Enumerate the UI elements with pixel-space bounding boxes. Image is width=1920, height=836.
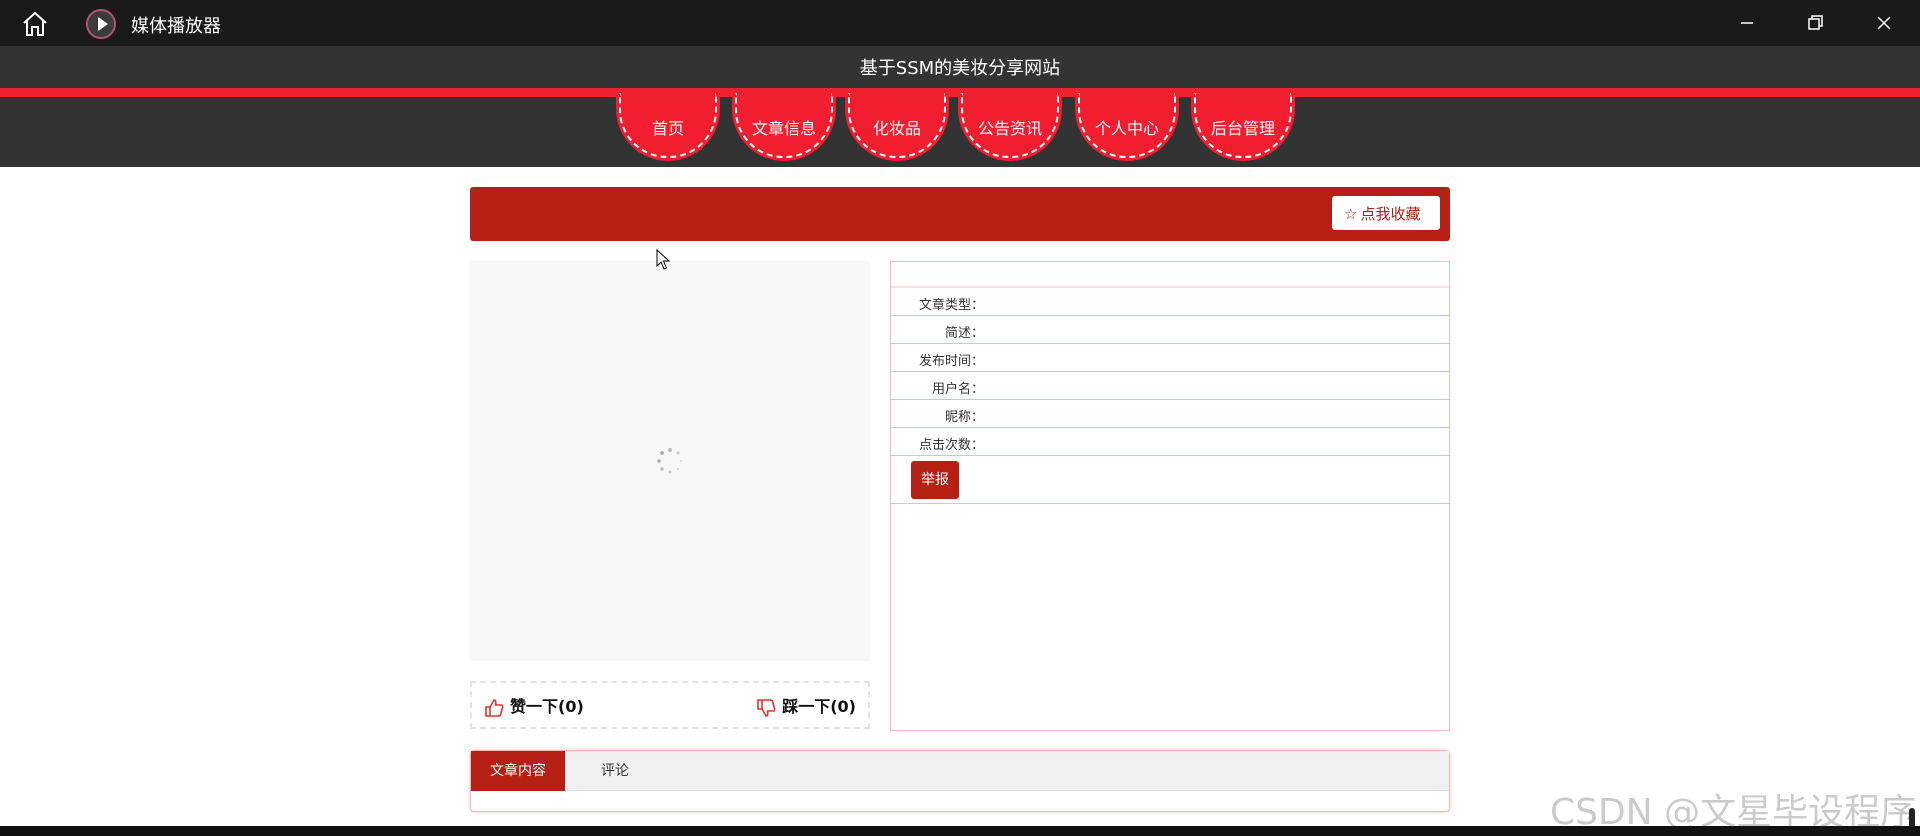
info-row-summary: 简述： <box>891 316 1449 344</box>
close-icon[interactable] <box>1869 8 1899 38</box>
nav-item-admin[interactable]: 后台管理 <box>1191 93 1295 161</box>
like-label: 赞一下(0) <box>510 697 584 716</box>
article-image <box>470 261 870 661</box>
star-icon: ☆ <box>1344 205 1358 223</box>
nav-item-profile[interactable]: 个人中心 <box>1075 93 1179 161</box>
vote-box: 赞一下(0) 踩一下(0) <box>470 681 870 729</box>
thumbs-up-icon <box>485 698 504 717</box>
nav-item-articles[interactable]: 文章信息 <box>732 93 836 161</box>
tab-bar: 文章内容 评论 <box>471 751 1449 791</box>
favorite-button[interactable]: ☆ 点我收藏 <box>1332 196 1440 230</box>
nav-label: 后台管理 <box>1210 119 1275 138</box>
info-label: 昵称： <box>944 410 984 425</box>
info-row-username: 用户名： <box>891 372 1449 400</box>
loading-spinner-icon <box>657 448 683 474</box>
nav-item-cosmetics[interactable]: 化妆品 <box>845 93 949 161</box>
info-row-type: 文章类型： <box>891 288 1449 316</box>
tab-comments[interactable]: 评论 <box>565 751 665 791</box>
info-row-clicks: 点击次数： <box>891 428 1449 456</box>
main-nav: 首页 文章信息 化妆品 公告资讯 个人中心 后台管理 <box>0 93 1920 167</box>
info-label: 简述： <box>944 326 984 341</box>
home-icon[interactable] <box>20 10 50 38</box>
header-divider <box>0 88 1920 97</box>
nav-label: 文章信息 <box>751 119 816 138</box>
nav-item-news[interactable]: 公告资讯 <box>958 93 1062 161</box>
info-label: 用户名： <box>931 382 984 397</box>
media-player-icon <box>86 9 116 39</box>
scrollbar-thumb[interactable] <box>1909 808 1915 828</box>
report-row: 举报 <box>891 456 1449 504</box>
window-title: 媒体播放器 <box>131 16 221 37</box>
like-button[interactable]: 赞一下(0) <box>484 693 584 717</box>
site-header: 基于SSM的美妆分享网站 <box>0 46 1920 88</box>
info-label: 点击次数： <box>918 438 984 453</box>
favorite-label: 点我收藏 <box>1360 205 1421 223</box>
mouse-cursor-icon <box>656 249 671 270</box>
info-label: 发布时间： <box>918 354 984 369</box>
window-titlebar: 媒体播放器 <box>0 0 1920 46</box>
nav-label: 首页 <box>651 119 684 138</box>
info-header <box>891 262 1449 288</box>
nav-label: 个人中心 <box>1094 119 1159 138</box>
article-banner: ☆ 点我收藏 <box>470 187 1450 241</box>
thumbs-down-icon <box>757 698 776 717</box>
info-row-date: 发布时间： <box>891 344 1449 372</box>
nav-item-home[interactable]: 首页 <box>616 93 720 161</box>
site-title: 基于SSM的美妆分享网站 <box>859 58 1061 79</box>
nav-label: 公告资讯 <box>977 119 1042 138</box>
taskbar-edge <box>0 826 1920 836</box>
dislike-label: 踩一下(0) <box>782 697 856 716</box>
article-info-table: 文章类型： 简述： 发布时间： 用户名： 昵称： 点击次数： 举报 <box>890 261 1450 731</box>
minimize-icon[interactable] <box>1732 8 1762 38</box>
restore-icon[interactable] <box>1800 8 1830 38</box>
report-button[interactable]: 举报 <box>911 461 959 499</box>
dislike-button[interactable]: 踩一下(0) <box>756 693 856 717</box>
nav-label: 化妆品 <box>872 119 921 138</box>
content-tabs: 文章内容 评论 <box>470 750 1450 812</box>
info-label: 文章类型： <box>918 298 984 313</box>
info-row-nickname: 昵称： <box>891 400 1449 428</box>
tab-article-content[interactable]: 文章内容 <box>471 751 565 791</box>
